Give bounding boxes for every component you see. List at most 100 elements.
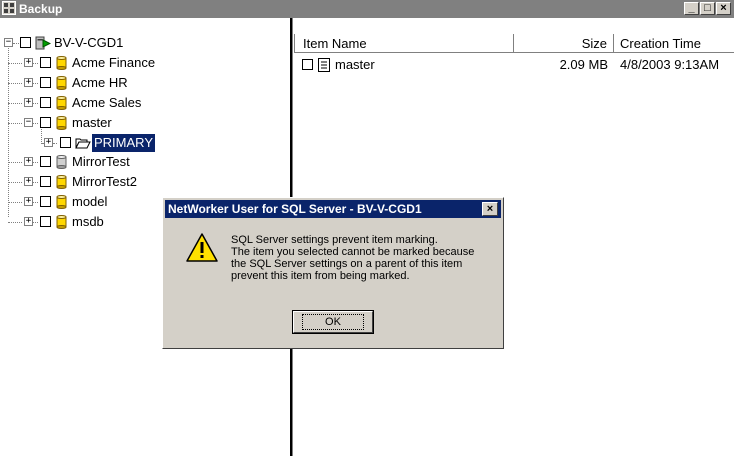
collapse-icon[interactable]: − <box>4 38 13 47</box>
expand-icon[interactable]: + <box>24 157 33 166</box>
title-bar[interactable]: Backup _ □ × <box>0 0 734 18</box>
tree-connector <box>8 162 22 164</box>
database-icon <box>56 76 67 90</box>
database-icon <box>56 195 67 209</box>
tree-node-acme-sales[interactable]: + Acme Sales <box>0 94 290 112</box>
item-checkbox[interactable] <box>40 97 51 108</box>
server-icon <box>35 36 51 50</box>
backup-window: Backup _ □ × − BV-V-CGD1 + Acme Finance … <box>0 0 734 456</box>
tree-label: model <box>72 194 108 209</box>
maximize-icon: □ <box>704 2 711 14</box>
column-header-size[interactable]: Size <box>514 34 614 53</box>
item-checkbox[interactable] <box>40 156 51 167</box>
dialog-close-button[interactable]: × <box>482 202 498 216</box>
tree-connector <box>8 222 22 224</box>
file-icon <box>318 58 330 72</box>
dialog-title-bar[interactable]: NetWorker User for SQL Server - BV-V-CGD… <box>165 200 501 218</box>
tree-connector <box>41 143 43 145</box>
tree-connector <box>8 182 22 184</box>
row-creation-time: 4/8/2003 9:13AM <box>620 57 720 72</box>
tree-label: MirrorTest <box>72 154 130 169</box>
item-checkbox[interactable] <box>40 176 51 187</box>
backup-app-icon <box>2 1 16 15</box>
tree-label: Acme Sales <box>72 95 142 110</box>
tree-connector <box>8 63 22 65</box>
tree-node-mirrortest[interactable]: + MirrorTest <box>0 153 290 171</box>
tree-node-primary[interactable]: + PRIMARY <box>0 133 290 153</box>
dialog-message-line: the SQL Server settings on a parent of t… <box>231 258 463 270</box>
dialog-message-line: prevent this item from being marked. <box>231 270 410 282</box>
tree-connector <box>33 162 38 164</box>
dialog-title: NetWorker User for SQL Server - BV-V-CGD… <box>168 202 422 216</box>
tree-label: Acme Finance <box>72 55 156 70</box>
dialog-message-line: The item you selected cannot be marked b… <box>231 246 475 258</box>
database-icon <box>56 215 67 229</box>
dialog-message: SQL Server settings prevent item marking… <box>231 234 497 282</box>
tree-node-acme-hr[interactable]: + Acme HR <box>0 74 290 92</box>
warning-dialog: NetWorker User for SQL Server - BV-V-CGD… <box>162 197 504 349</box>
column-header-label: Creation Time <box>620 36 701 51</box>
root-checkbox[interactable] <box>20 37 31 48</box>
tree-connector <box>33 222 38 224</box>
item-checkbox[interactable] <box>40 117 51 128</box>
column-header-label: Item Name <box>303 36 367 51</box>
item-checkbox[interactable] <box>40 77 51 88</box>
expand-icon[interactable]: + <box>44 138 53 147</box>
tree-node-acme-finance[interactable]: + Acme Finance <box>0 54 290 72</box>
row-size: 2.09 MB <box>559 57 608 72</box>
item-checkbox[interactable] <box>40 196 51 207</box>
tree-node-root[interactable]: − BV-V-CGD1 <box>0 34 290 52</box>
database-icon <box>56 175 67 189</box>
tree-label-selected: PRIMARY <box>91 133 156 153</box>
item-checkbox[interactable] <box>40 57 51 68</box>
database-icon <box>56 155 67 169</box>
tree-connector <box>8 103 22 105</box>
tree-connector <box>33 182 38 184</box>
expand-icon[interactable]: + <box>24 78 33 87</box>
tree-node-mirrortest2[interactable]: + MirrorTest2 <box>0 173 290 191</box>
ok-button[interactable]: OK <box>292 310 374 334</box>
maximize-button[interactable]: □ <box>700 2 715 15</box>
item-checkbox[interactable] <box>60 137 71 148</box>
tree-label-root: BV-V-CGD1 <box>54 35 124 50</box>
tree-connector <box>33 63 38 65</box>
column-header-creation-time[interactable]: Creation Time <box>614 34 734 53</box>
tree-connector <box>33 202 38 204</box>
tree-label: Acme HR <box>72 75 128 90</box>
item-checkbox[interactable] <box>40 216 51 227</box>
database-icon <box>56 116 67 130</box>
row-item-name: master <box>335 57 375 72</box>
tree-connector <box>8 123 22 125</box>
tree-connector <box>13 43 19 45</box>
tree-connector <box>8 83 22 85</box>
minimize-icon: _ <box>688 2 695 14</box>
expand-icon[interactable]: + <box>24 197 33 206</box>
close-icon: × <box>486 203 494 215</box>
tree-label: msdb <box>72 214 104 229</box>
column-header-item-name[interactable]: Item Name <box>294 34 514 53</box>
warning-icon <box>186 233 218 262</box>
tree-label: MirrorTest2 <box>72 174 138 189</box>
folder-open-icon <box>75 138 91 149</box>
column-header-label: Size <box>581 36 607 51</box>
database-icon <box>56 56 67 70</box>
row-checkbox[interactable] <box>302 59 313 70</box>
tree-node-master[interactable]: − master <box>0 114 290 132</box>
tree-connector <box>8 202 22 204</box>
expand-icon[interactable]: + <box>24 177 33 186</box>
ok-button-label: OK <box>302 314 364 330</box>
tree-label: master <box>72 115 112 130</box>
tree-connector <box>33 83 38 85</box>
dialog-message-line: SQL Server settings prevent item marking… <box>231 234 438 246</box>
window-title: Backup <box>19 2 63 16</box>
tree-connector <box>53 143 57 145</box>
collapse-icon[interactable]: − <box>24 118 33 127</box>
expand-icon[interactable]: + <box>24 217 33 226</box>
list-row[interactable]: master 2.09 MB 4/8/2003 9:13AM <box>294 56 734 74</box>
expand-icon[interactable]: + <box>24 58 33 67</box>
expand-icon[interactable]: + <box>24 98 33 107</box>
tree-connector <box>33 103 38 105</box>
close-button[interactable]: × <box>716 2 731 15</box>
database-icon <box>56 96 67 110</box>
minimize-button[interactable]: _ <box>684 2 699 15</box>
